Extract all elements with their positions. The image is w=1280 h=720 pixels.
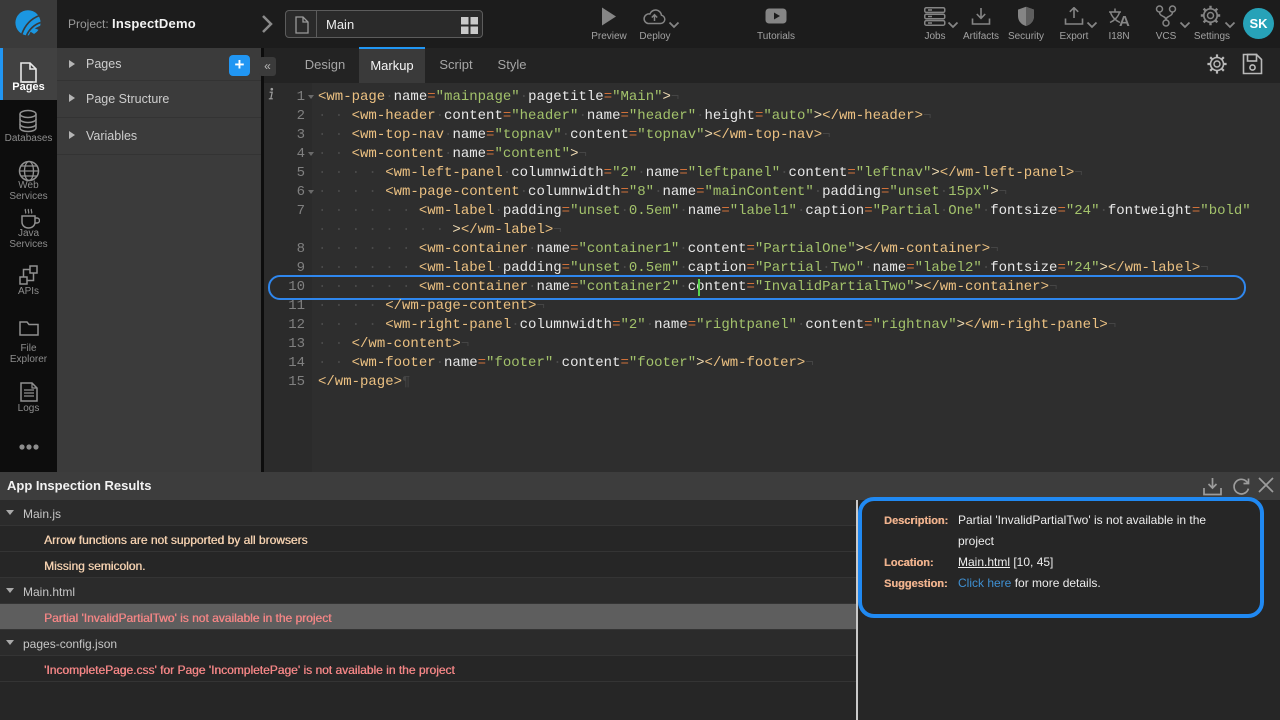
svg-text:A: A <box>1119 13 1130 28</box>
